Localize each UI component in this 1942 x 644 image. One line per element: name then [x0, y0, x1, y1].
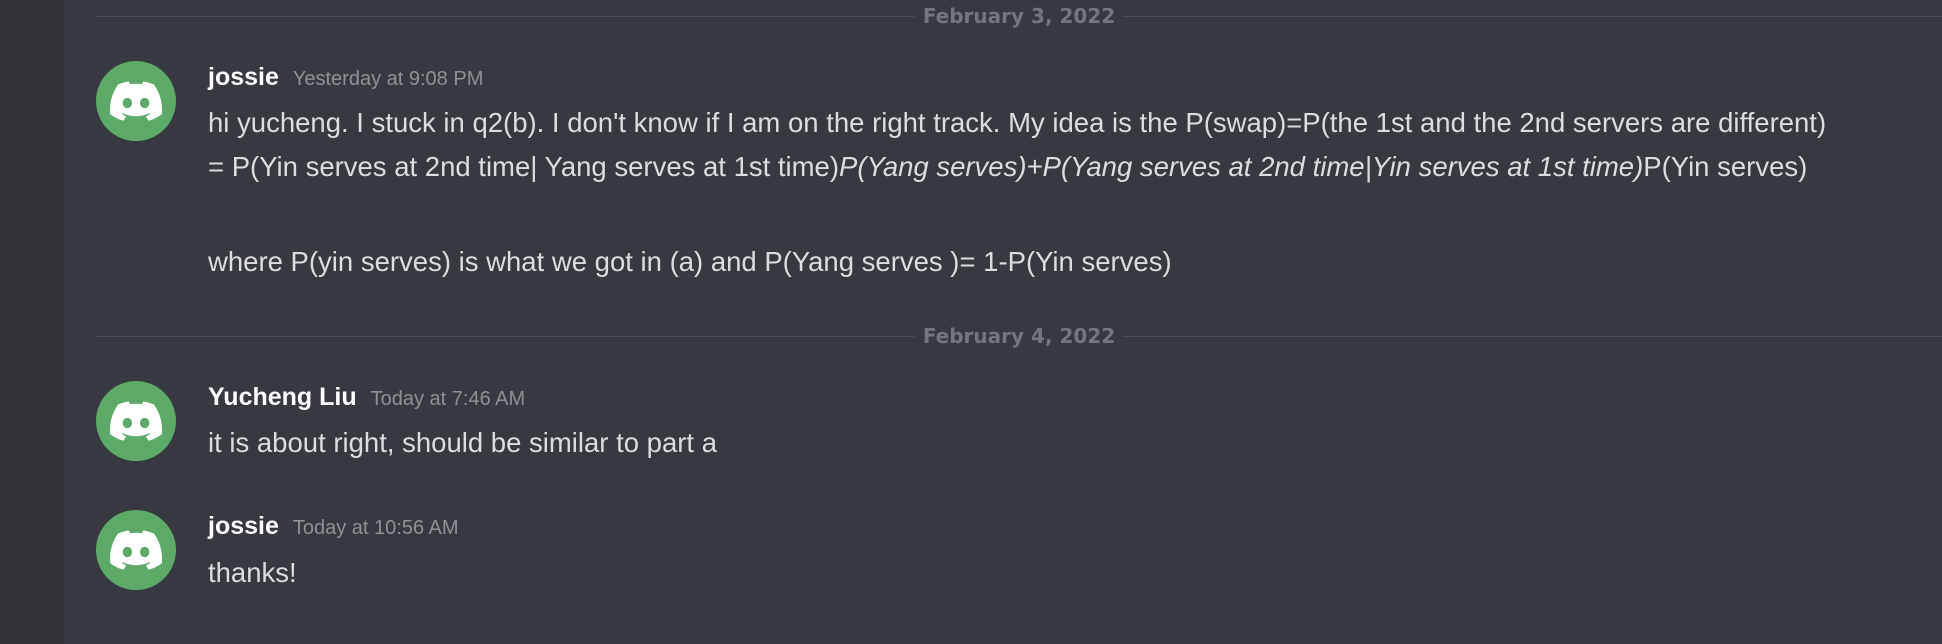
discord-logo-icon: [110, 401, 162, 441]
message-header: jossie Today at 10:56 AM: [208, 512, 459, 541]
timestamp[interactable]: Today at 10:56 AM: [293, 517, 459, 539]
message-text: P(Yin serves): [1643, 151, 1808, 182]
message-text-italic: P(Yang serves)+P(Yang serves at 2nd time…: [839, 151, 1644, 182]
avatar[interactable]: [96, 510, 176, 590]
avatar[interactable]: [96, 61, 176, 141]
avatar[interactable]: [96, 381, 176, 461]
username[interactable]: Yucheng Liu: [208, 383, 357, 411]
message-header: jossie Yesterday at 9:08 PM: [208, 63, 483, 92]
date-divider-label: February 4, 2022: [914, 324, 1124, 348]
timestamp[interactable]: Today at 7:46 AM: [371, 388, 526, 410]
message-content: where P(yin serves) is what we got in (a…: [208, 240, 1842, 284]
date-divider-label: February 3, 2022: [914, 4, 1124, 28]
message-content: hi yucheng. I stuck in q2(b). I don't kn…: [208, 101, 1842, 189]
message-content: thanks!: [208, 551, 1842, 595]
date-divider: February 4, 2022: [96, 324, 1942, 348]
timestamp[interactable]: Yesterday at 9:08 PM: [293, 68, 484, 90]
chat-messages: February 3, 2022 jossie Yesterday at 9:08…: [64, 0, 1942, 644]
message-content: it is about right, should be similar to …: [208, 421, 1842, 465]
sidebar-strip: [0, 0, 64, 644]
message-header: Yucheng Liu Today at 7:46 AM: [208, 383, 525, 412]
message-text: where P(yin serves) is what we got in (a…: [208, 246, 1172, 277]
username[interactable]: jossie: [208, 512, 279, 540]
message-text: it is about right, should be similar to …: [208, 427, 718, 458]
message-text: thanks!: [208, 557, 297, 588]
discord-logo-icon: [110, 81, 162, 121]
date-divider: February 3, 2022: [96, 4, 1942, 28]
username[interactable]: jossie: [208, 63, 279, 91]
discord-logo-icon: [110, 530, 162, 570]
